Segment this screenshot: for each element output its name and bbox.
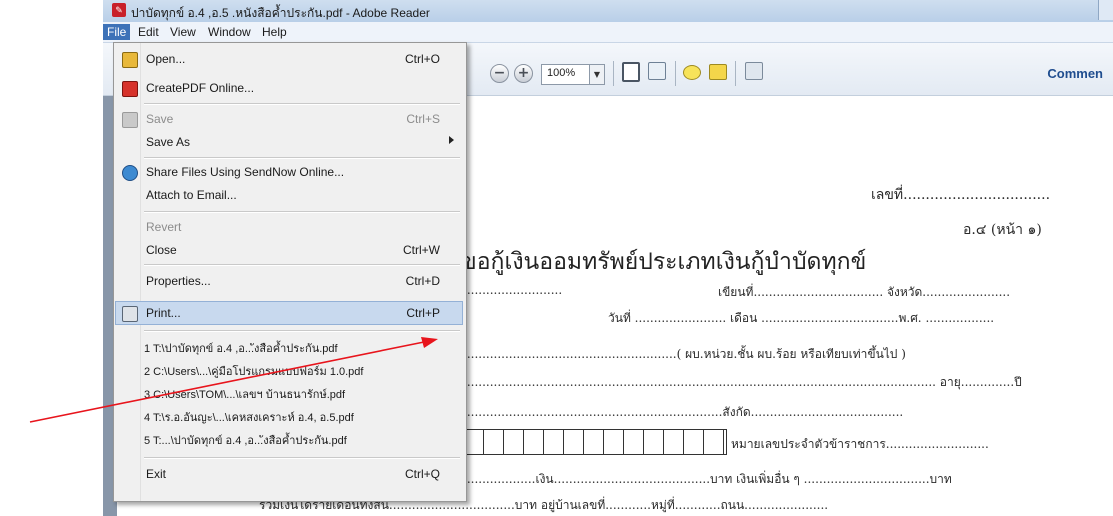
red-annotation-arrow: [29, 337, 438, 423]
arrow-head: [421, 337, 438, 348]
arrow-line: [29, 341, 425, 423]
